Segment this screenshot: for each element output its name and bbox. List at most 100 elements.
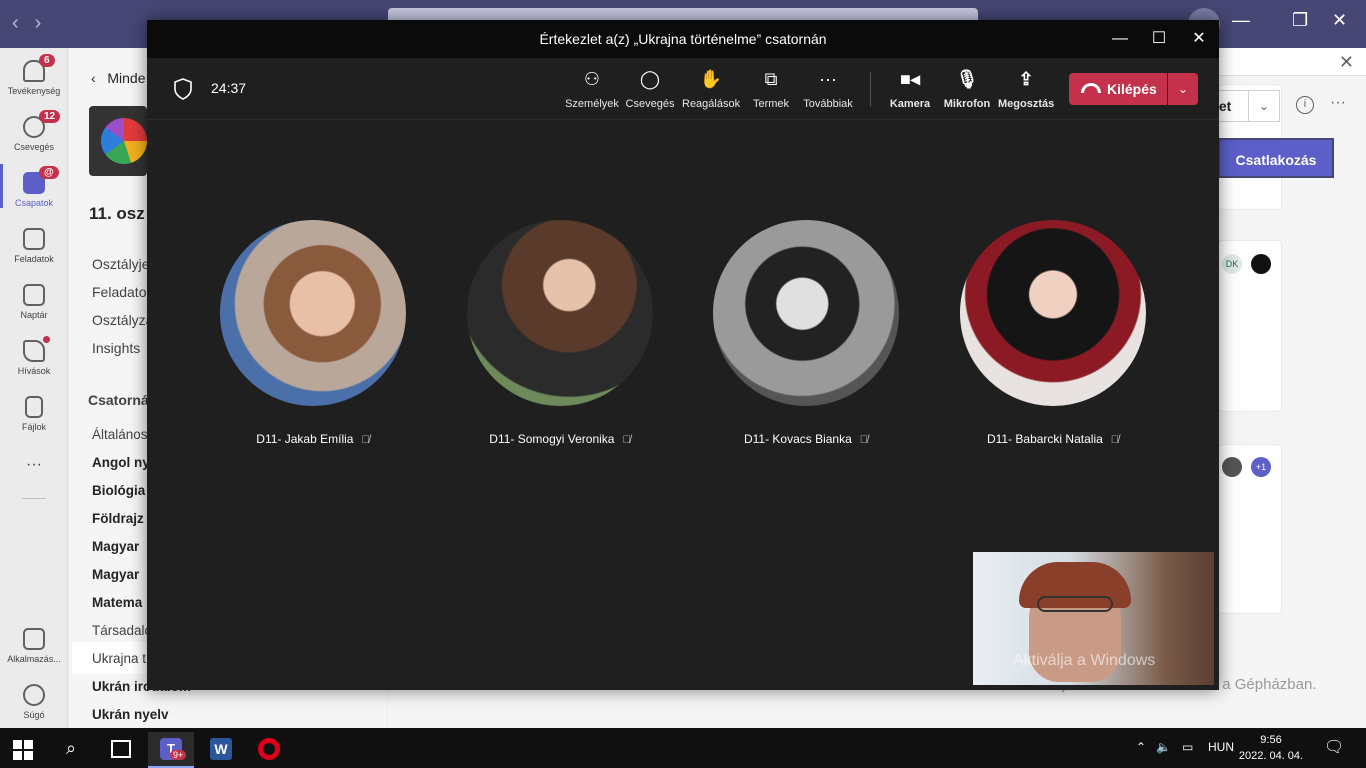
back-to-teams[interactable]: ‹ Minde xyxy=(91,70,145,86)
calls-dot xyxy=(43,336,50,343)
participant-name: D11- Kovacs Bianka xyxy=(743,432,852,446)
leave-label: Kilépés xyxy=(1107,81,1157,97)
more-participants-badge: +1 xyxy=(1251,457,1271,477)
reaction-icon: ✋ xyxy=(699,69,723,89)
participant-tile[interactable]: D11- Babarcki Natalia 🎙̸ xyxy=(953,220,1153,446)
rail-item-apps[interactable]: Alkalmazás... xyxy=(0,628,68,664)
channel-item[interactable]: Általános xyxy=(92,427,148,442)
leave-button[interactable]: Kilépés xyxy=(1069,73,1167,105)
tray-chevron-icon[interactable]: ⌃ xyxy=(1136,740,1146,754)
calendar-icon xyxy=(23,284,45,306)
channel-item[interactable]: Magyar xyxy=(92,567,139,582)
channel-item-active[interactable]: Ukrajna t xyxy=(92,651,146,666)
teams-badge: @ xyxy=(39,166,59,179)
channel-item[interactable]: Biológia xyxy=(92,483,145,498)
participant-name: D11- Somogyi Veronika xyxy=(489,432,615,446)
clock-time: 9:56 xyxy=(1260,734,1282,746)
channel-item[interactable]: Társadalo xyxy=(92,623,152,638)
self-video-preview[interactable]: Aktiválja a Windows xyxy=(973,552,1214,685)
meet-dropdown[interactable]: ⌄ xyxy=(1248,90,1280,122)
more-button[interactable]: ··· Továbbiak xyxy=(800,68,856,110)
close-icon[interactable]: ✕ xyxy=(1179,20,1219,58)
forward-arrow-icon[interactable]: › xyxy=(35,12,42,34)
more-apps-dots[interactable]: ··· xyxy=(0,456,68,474)
language-indicator[interactable]: HUN xyxy=(1208,740,1234,754)
word-taskbar-app[interactable]: W xyxy=(198,732,244,768)
team-link[interactable]: Insights xyxy=(92,340,140,356)
channel-item[interactable]: Matema xyxy=(92,595,142,610)
rail-item-calendar[interactable]: Naptár xyxy=(0,284,68,320)
notifications-icon[interactable]: 🗨 xyxy=(1324,737,1344,757)
channels-heading: Csatorná xyxy=(88,392,149,408)
minimize-icon[interactable]: — xyxy=(1232,10,1250,31)
store-icon[interactable] xyxy=(98,732,144,768)
team-name: 11. osz xyxy=(89,204,145,223)
close-icon[interactable]: ✕ xyxy=(1339,52,1354,73)
meeting-window-title: Értekezlet a(z) „Ukrajna történelme” csa… xyxy=(147,20,1219,58)
back-arrow-icon[interactable]: ‹ xyxy=(12,12,19,34)
start-button[interactable] xyxy=(0,732,46,768)
minimize-icon[interactable]: — xyxy=(1100,20,1140,58)
help-icon xyxy=(23,684,45,706)
mic-off-icon: 🎙̸ xyxy=(361,434,370,446)
avatar xyxy=(1251,254,1271,274)
clock[interactable]: 9:56 2022. 04. 04. xyxy=(1238,732,1304,764)
search-icon[interactable]: ⌕ xyxy=(48,732,94,768)
toolbar-label: Reagálások xyxy=(682,98,741,110)
microphone-icon: 🎙 xyxy=(955,69,979,89)
people-button[interactable]: ⚇ Személyek xyxy=(565,68,619,110)
rail-label: Tevékenység xyxy=(7,86,61,96)
bell-icon: 6 xyxy=(23,54,55,82)
rail-item-teams[interactable]: @ Csapatok xyxy=(0,166,68,208)
rail-item-help[interactable]: Súgó xyxy=(0,684,68,720)
people-icon: ⚇ xyxy=(583,69,601,89)
team-link[interactable]: Osztályza xyxy=(92,312,153,328)
channel-item[interactable]: Angol ny xyxy=(92,455,150,470)
rooms-icon: ⧉ xyxy=(764,69,778,89)
glasses-icon xyxy=(1037,596,1113,612)
file-icon xyxy=(25,396,43,418)
rail-label: Csevegés xyxy=(13,142,55,152)
chat-icon: ◯ xyxy=(639,69,661,89)
info-icon[interactable]: i xyxy=(1296,96,1314,114)
channel-item[interactable]: Ukrán nyelv xyxy=(92,707,169,722)
participant-tile[interactable]: D11- Somogyi Veronika 🎙̸ xyxy=(460,220,660,446)
more-icon: ··· xyxy=(819,69,837,89)
participant-avatar xyxy=(713,220,899,406)
more-options-icon[interactable]: ··· xyxy=(1330,94,1346,112)
rooms-button[interactable]: ⧉ Termek xyxy=(749,68,793,110)
close-icon[interactable]: ✕ xyxy=(1332,10,1347,31)
toolbar-divider xyxy=(870,72,871,106)
toolbar-label: Megosztás xyxy=(998,98,1055,110)
channel-item[interactable]: Földrajz xyxy=(92,511,144,526)
opera-icon xyxy=(258,738,280,760)
participant-tile[interactable]: D11- Jakab Emília 🎙̸ xyxy=(213,220,413,446)
channel-item[interactable]: Magyar xyxy=(92,539,139,554)
nav-arrows[interactable]: ‹ › xyxy=(12,12,57,35)
rail-item-chat[interactable]: 12 Csevegés xyxy=(0,110,68,152)
share-button[interactable]: ⇪ Megosztás xyxy=(998,68,1054,110)
rail-item-activity[interactable]: 6 Tevékenység xyxy=(0,54,68,96)
network-icon[interactable]: ▭ xyxy=(1182,740,1193,754)
camera-button[interactable]: ■◂ Kamera xyxy=(888,68,932,110)
team-link[interactable]: Feladatok xyxy=(92,284,153,300)
team-link[interactable]: Osztályje xyxy=(92,256,150,272)
meeting-timer: 24:37 xyxy=(211,80,247,96)
microphone-button[interactable]: 🎙 Mikrofon xyxy=(942,68,992,110)
rail-item-assignments[interactable]: Feladatok xyxy=(0,228,68,264)
maximize-icon[interactable]: ❐ xyxy=(1292,10,1308,31)
leave-dropdown[interactable]: ⌄ xyxy=(1168,73,1198,105)
maximize-icon[interactable]: ☐ xyxy=(1139,20,1179,58)
reactions-button[interactable]: ✋ Reagálások xyxy=(682,68,740,110)
opera-taskbar-app[interactable] xyxy=(246,732,292,768)
word-icon: W xyxy=(210,738,232,760)
rail-item-files[interactable]: Fájlok xyxy=(0,396,68,432)
rail-item-calls[interactable]: Hívások xyxy=(0,336,68,376)
teams-taskbar-app[interactable]: T 9+ xyxy=(148,732,194,768)
chat-button[interactable]: ◯ Csevegés xyxy=(625,68,675,110)
rail-divider xyxy=(22,498,46,499)
rail-label: Fájlok xyxy=(21,422,46,432)
volume-icon[interactable]: 🔈 xyxy=(1156,740,1171,754)
join-button[interactable]: Csatlakozás xyxy=(1218,138,1334,178)
participant-tile[interactable]: D11- Kovacs Bianka 🎙̸ xyxy=(706,220,906,446)
